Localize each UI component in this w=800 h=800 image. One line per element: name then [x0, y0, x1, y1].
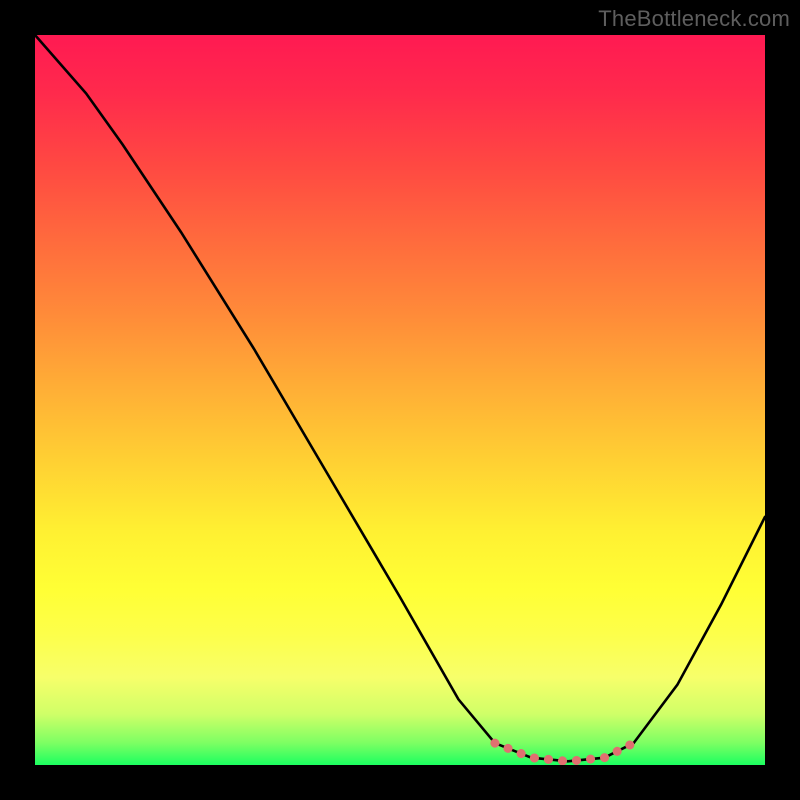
chart-container: TheBottleneck.com: [0, 0, 800, 800]
watermark-label: TheBottleneck.com: [598, 6, 790, 32]
chart-svg: [35, 35, 765, 765]
bottleneck-curve: [35, 35, 765, 761]
plot-area: [35, 35, 765, 765]
